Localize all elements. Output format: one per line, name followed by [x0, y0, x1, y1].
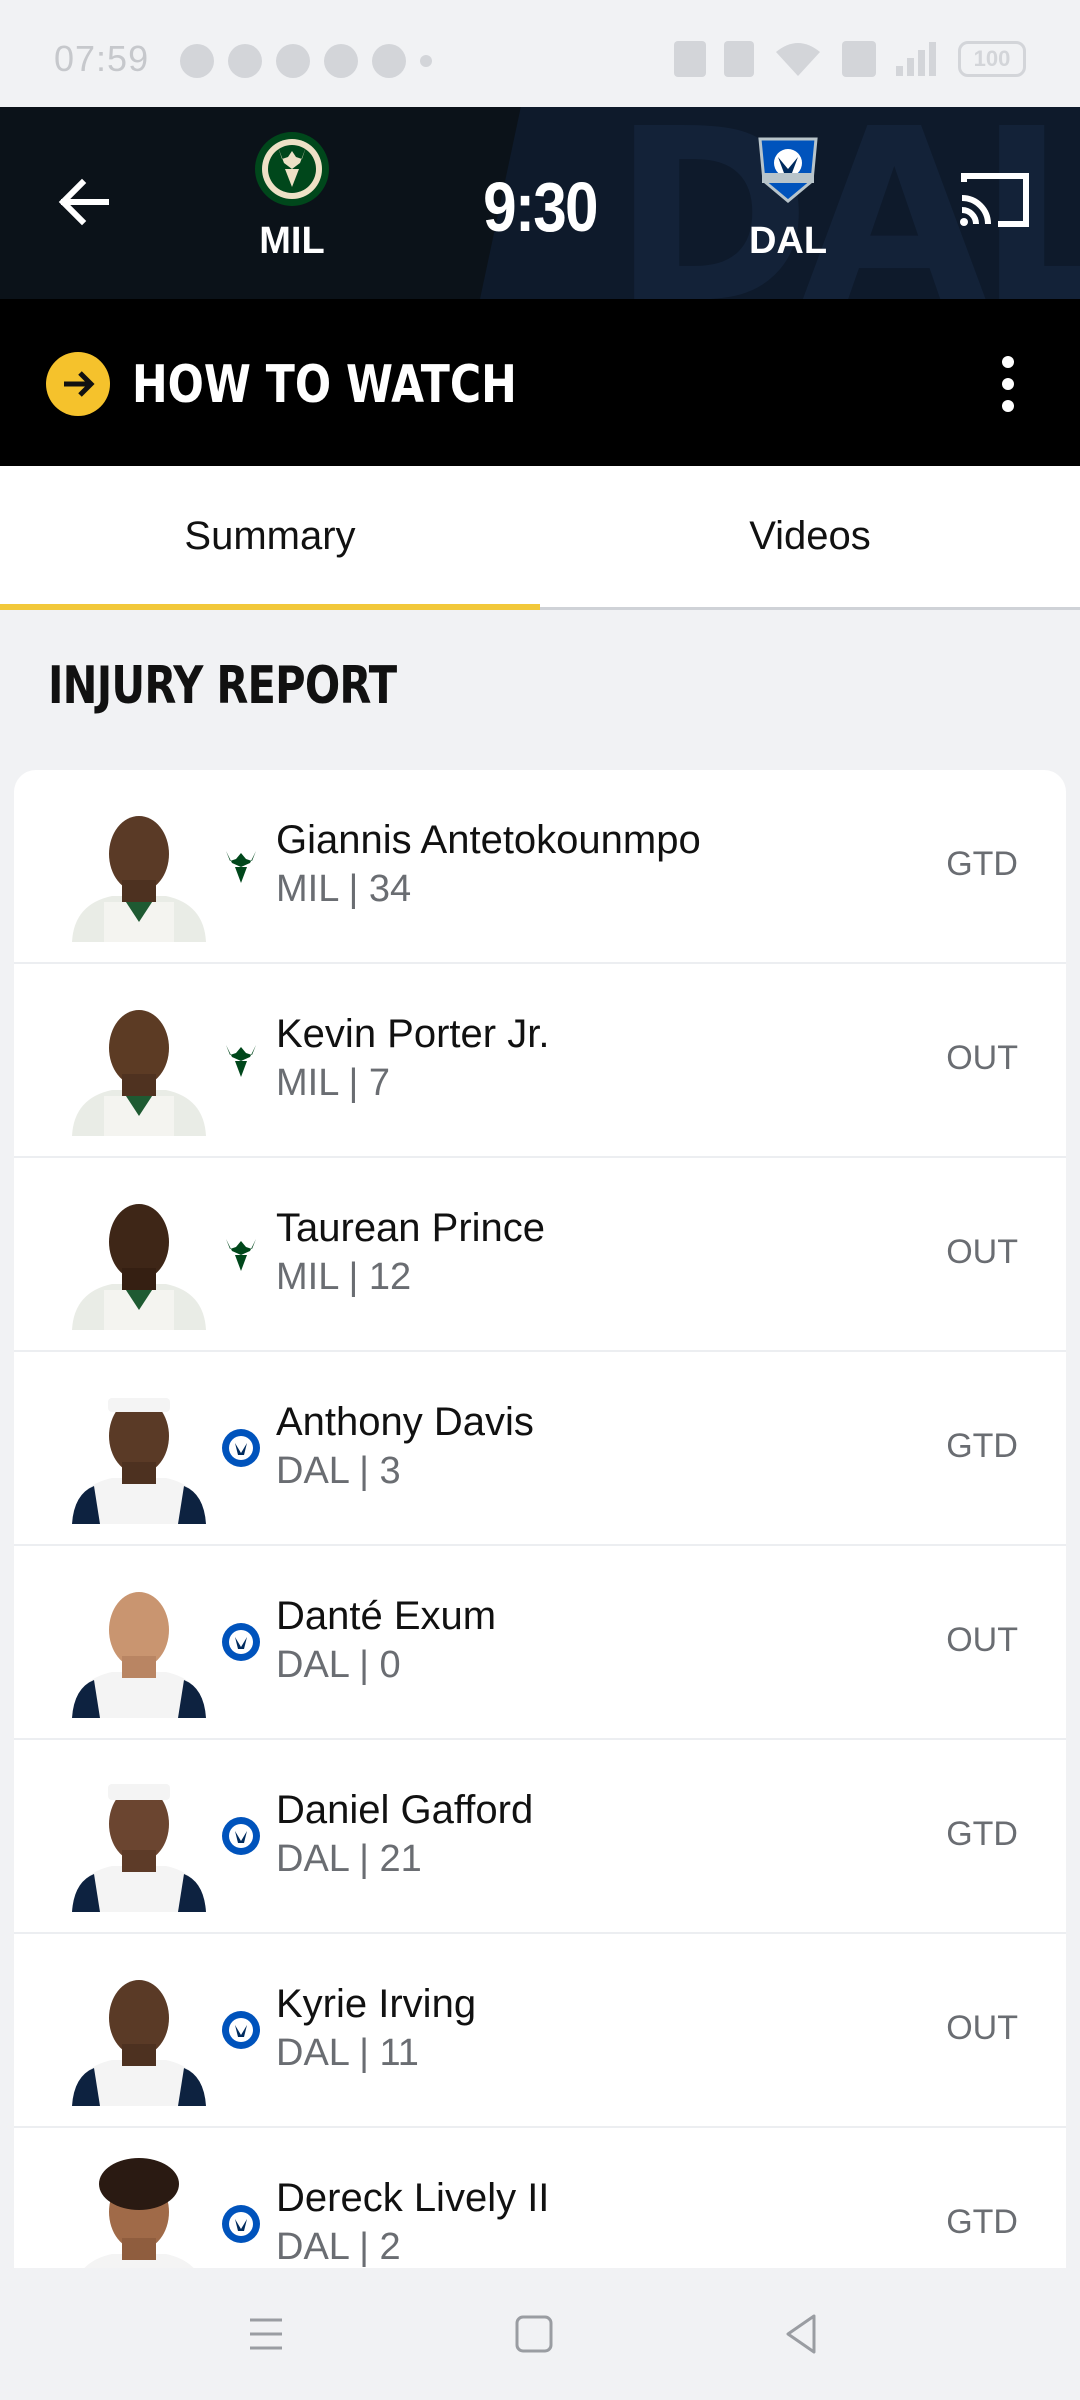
- mavericks-logo-icon: [222, 2205, 260, 2243]
- player-headshot: [72, 1204, 206, 1330]
- home-square-icon[interactable]: [506, 2306, 562, 2362]
- player-row[interactable]: Giannis Antetokounmpo MIL | 34 GTD: [14, 770, 1066, 964]
- battery-icon: 100: [958, 41, 1026, 77]
- facebook-icon: [180, 44, 214, 78]
- volte-icon: [842, 41, 876, 77]
- cast-icon[interactable]: [956, 168, 1032, 232]
- player-status: GTD: [946, 845, 1018, 883]
- mavericks-logo-icon: [222, 1817, 260, 1855]
- facebook-icon: [228, 44, 262, 78]
- back-arrow-icon[interactable]: [50, 167, 120, 237]
- player-headshot: [72, 1784, 206, 1912]
- player-status: OUT: [946, 2009, 1018, 2047]
- player-headshot: [72, 1592, 206, 1718]
- mavericks-logo-icon: [758, 137, 818, 203]
- notification-icons: [180, 44, 432, 78]
- menu-icon[interactable]: [238, 2306, 294, 2362]
- player-team-number: DAL | 11: [276, 2032, 419, 2074]
- player-row[interactable]: Danté Exum DAL | 0 OUT: [14, 1546, 1066, 1740]
- player-row[interactable]: Taurean Prince MIL | 12 OUT: [14, 1158, 1066, 1352]
- player-name: Taurean Prince: [276, 1206, 546, 1250]
- player-status: OUT: [946, 1039, 1018, 1077]
- player-name: Daniel Gafford: [276, 1788, 534, 1832]
- player-status: GTD: [946, 1427, 1018, 1465]
- mavericks-logo-icon: [222, 2011, 260, 2049]
- injury-report-list: Giannis Antetokounmpo MIL | 34 GTD Kevin…: [14, 770, 1066, 2270]
- player-team-number: DAL | 3: [276, 1450, 401, 1492]
- home-team-abbr: MIL: [259, 220, 325, 262]
- wifi-icon: [776, 43, 820, 76]
- game-header: DAL MIL 9:30 DAL: [0, 107, 1080, 299]
- away-team-abbr: DAL: [748, 220, 828, 262]
- nfc-icon: [674, 41, 706, 77]
- status-time: 07:59: [54, 38, 150, 79]
- player-name: Kevin Porter Jr.: [276, 1012, 550, 1056]
- more-dot: [1002, 378, 1014, 390]
- line-icon: [372, 44, 406, 78]
- game-time: 9:30: [483, 168, 598, 246]
- facebook-icon: [276, 44, 310, 78]
- vibrate-icon: [724, 41, 754, 77]
- status-bar: 07:59 100: [0, 0, 1080, 107]
- player-team-number: DAL | 2: [276, 2226, 401, 2268]
- player-name: Dereck Lively II: [276, 2176, 550, 2220]
- more-dot: [1002, 356, 1014, 368]
- arrow-right-icon: [46, 352, 110, 416]
- away-team[interactable]: DAL: [718, 129, 858, 263]
- more-options-icon[interactable]: [990, 356, 1026, 412]
- bucks-logo-icon: [255, 132, 329, 206]
- system-icons: 100: [674, 40, 1026, 78]
- bucks-logo-icon: [226, 851, 256, 883]
- player-status: GTD: [946, 1815, 1018, 1853]
- player-row[interactable]: Kevin Porter Jr. MIL | 7 OUT: [14, 964, 1066, 1158]
- player-headshot: [72, 1398, 206, 1524]
- player-name: Kyrie Irving: [276, 1982, 477, 2026]
- mavericks-logo-icon: [222, 1429, 260, 1467]
- player-team-number: DAL | 0: [276, 1644, 401, 1686]
- more-dot: [1002, 400, 1014, 412]
- messenger-icon: [324, 44, 358, 78]
- player-name: Danté Exum: [276, 1594, 497, 1638]
- signal-icon: [896, 42, 936, 76]
- player-headshot: [72, 1980, 206, 2106]
- player-headshot: [82, 2158, 196, 2270]
- back-triangle-icon[interactable]: [774, 2306, 830, 2362]
- bucks-logo-icon: [226, 1045, 256, 1077]
- player-status: OUT: [946, 1621, 1018, 1659]
- tab-summary[interactable]: Summary: [0, 466, 540, 610]
- player-team-number: MIL | 34: [276, 868, 412, 910]
- player-row[interactable]: Daniel Gafford DAL | 21 GTD: [14, 1740, 1066, 1934]
- player-headshot: [72, 816, 206, 942]
- player-status: OUT: [946, 1233, 1018, 1271]
- player-name: Anthony Davis: [276, 1400, 534, 1444]
- more-notifications-dot: [420, 55, 432, 67]
- injury-report-title: INJURY REPORT: [48, 656, 397, 716]
- tab-bar: Summary Videos: [0, 466, 1080, 610]
- player-team-number: MIL | 12: [276, 1256, 412, 1298]
- player-status: GTD: [946, 2203, 1018, 2241]
- player-row[interactable]: Dereck Lively II DAL | 2 GTD: [14, 2128, 1066, 2270]
- player-team-number: DAL | 21: [276, 1838, 422, 1880]
- player-headshot: [72, 1010, 206, 1136]
- how-to-watch-label[interactable]: HOW TO WATCH: [132, 355, 517, 415]
- home-team[interactable]: MIL: [222, 129, 362, 263]
- system-nav-bar: [0, 2268, 1080, 2400]
- bucks-logo-icon: [226, 1239, 256, 1271]
- player-row[interactable]: Anthony Davis DAL | 3 GTD: [14, 1352, 1066, 1546]
- tab-videos[interactable]: Videos: [540, 466, 1080, 607]
- mavericks-logo-icon: [222, 1623, 260, 1661]
- player-team-number: MIL | 7: [276, 1062, 391, 1104]
- player-row[interactable]: Kyrie Irving DAL | 11 OUT: [14, 1934, 1066, 2128]
- player-name: Giannis Antetokounmpo: [276, 818, 701, 862]
